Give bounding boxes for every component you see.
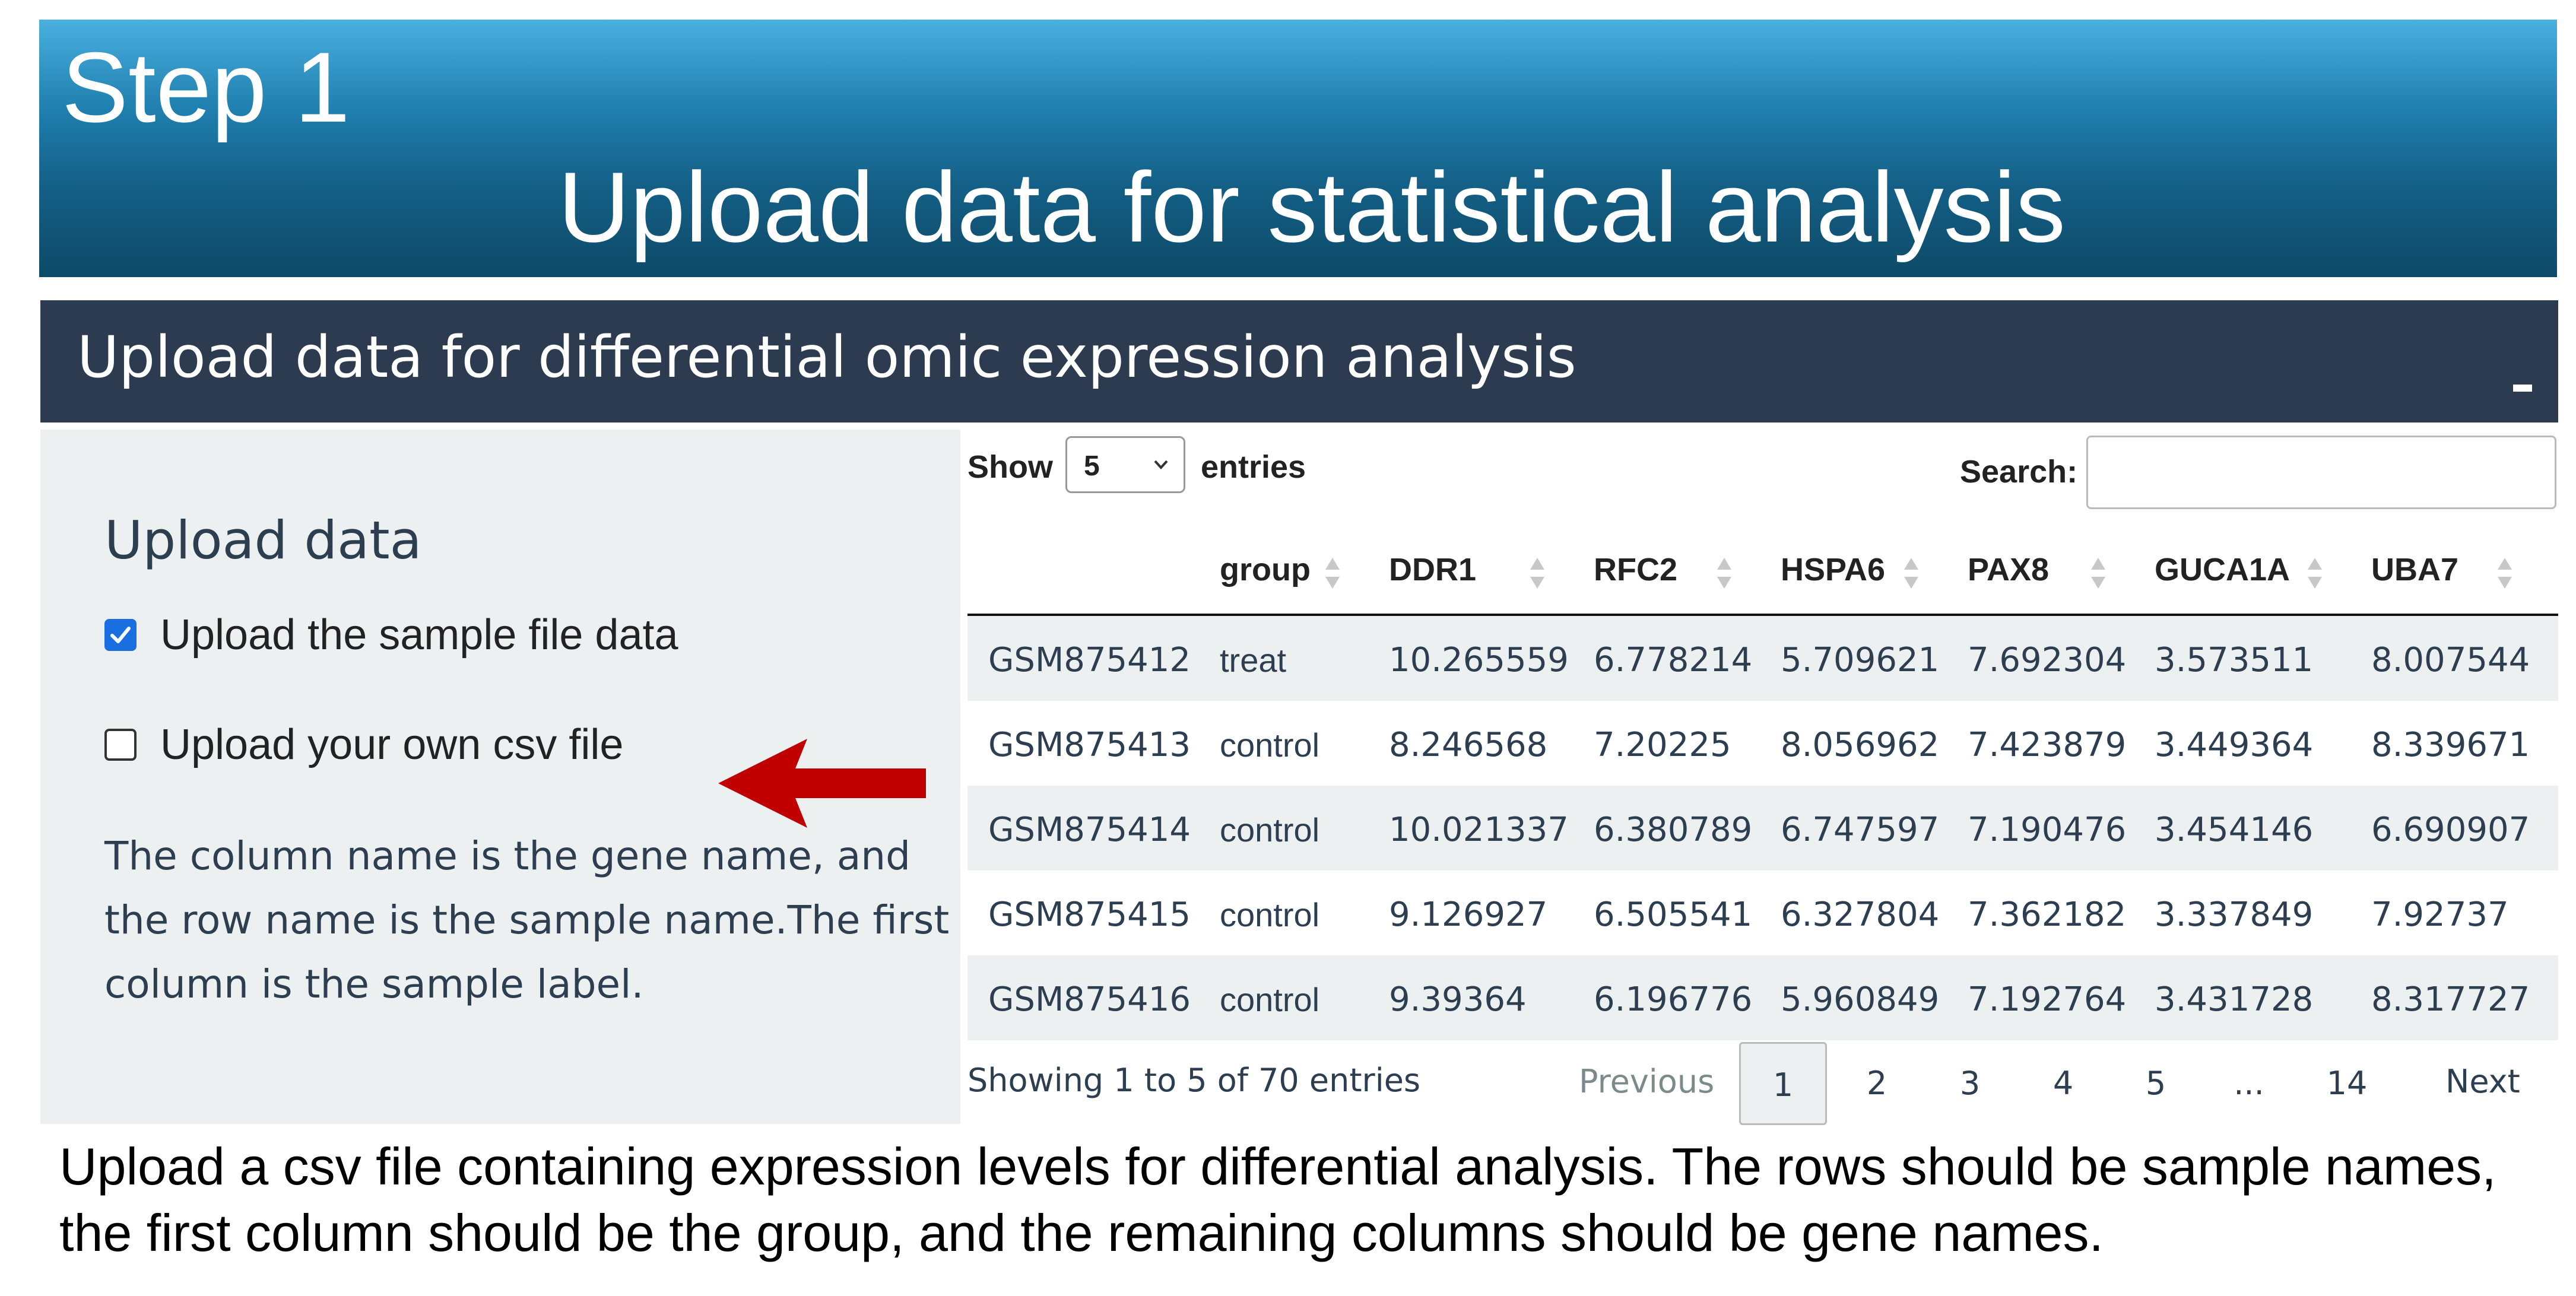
sort-icon[interactable]: [2089, 555, 2107, 591]
value-cell: 8.339671: [2371, 726, 2530, 764]
box-header: Upload data for differential omic expres…: [40, 300, 2558, 423]
sample-data-label: Upload the sample file data: [160, 611, 678, 659]
value-cell: 7.692304: [1968, 641, 2127, 679]
search-input[interactable]: [2086, 436, 2556, 509]
value-cell: 9.39364: [1389, 980, 1527, 1019]
column-header-ddr1[interactable]: DDR1: [1389, 551, 1476, 588]
value-cell: 3.431728: [2155, 980, 2314, 1019]
search-label: Search:: [1960, 454, 2078, 490]
checkmark-icon: [110, 627, 131, 643]
value-cell: 7.362182: [1968, 895, 2127, 934]
table-row: GSM875413 control 8.246568 7.20225 8.056…: [967, 701, 2558, 786]
column-header-hspa6[interactable]: HSPA6: [1781, 551, 1885, 588]
sample-data-checkbox[interactable]: [104, 619, 137, 651]
sort-icon[interactable]: [1902, 555, 1920, 591]
value-cell: 9.126927: [1389, 895, 1548, 934]
group-cell: control: [1220, 981, 1320, 1018]
value-cell: 7.192764: [1968, 980, 2127, 1019]
collapse-button[interactable]: [2511, 370, 2534, 394]
sample-data-option[interactable]: Upload the sample file data: [104, 611, 678, 659]
group-cell: treat: [1220, 641, 1287, 679]
value-cell: 5.960849: [1781, 980, 1940, 1019]
value-cell: 8.007544: [2371, 641, 2530, 679]
own-csv-label: Upload your own csv file: [160, 721, 624, 768]
length-show-label: Show: [967, 449, 1053, 485]
group-cell: control: [1220, 896, 1320, 933]
entries-select-value: 5: [1084, 450, 1100, 482]
value-cell: 6.505541: [1594, 895, 1753, 934]
sort-icon[interactable]: [2496, 555, 2514, 591]
page-ellipsis: ...: [2234, 1065, 2264, 1102]
sample-cell: GSM875415: [988, 895, 1191, 934]
value-cell: 8.056962: [1781, 726, 1940, 764]
value-cell: 10.021337: [1389, 811, 1569, 849]
figure-caption: Upload a csv file containing expression …: [59, 1137, 2496, 1262]
page-button-14[interactable]: 14: [2303, 1042, 2391, 1125]
group-cell: control: [1220, 811, 1320, 849]
minus-icon: [2513, 385, 2532, 392]
value-cell: 10.265559: [1389, 641, 1569, 679]
column-header-group[interactable]: group: [1220, 551, 1311, 588]
page-button-5[interactable]: 5: [2112, 1042, 2200, 1125]
value-cell: 6.380789: [1594, 811, 1753, 849]
value-cell: 7.190476: [1968, 811, 2127, 849]
sample-cell: GSM875412: [988, 641, 1191, 679]
sample-cell: GSM875416: [988, 980, 1191, 1019]
value-cell: 3.337849: [2155, 895, 2314, 934]
value-cell: 6.778214: [1594, 641, 1753, 679]
own-csv-option[interactable]: Upload your own csv file: [104, 720, 623, 769]
table-row: GSM875416 control 9.39364 6.196776 5.960…: [967, 955, 2558, 1040]
value-cell: 7.92737: [2371, 895, 2509, 934]
step-banner: Step 1 Upload data for statistical analy…: [39, 20, 2557, 277]
sort-icon[interactable]: [2306, 555, 2324, 591]
sample-cell: GSM875414: [988, 811, 1191, 849]
table-row: GSM875414 control 10.021337 6.380789 6.7…: [967, 786, 2558, 871]
value-cell: 6.747597: [1781, 811, 1940, 849]
data-table-panel: Show 5 entries Search: group DDR1 RFC2 H…: [967, 430, 2558, 1125]
length-entries-label: entries: [1201, 449, 1306, 485]
red-arrow-icon: [718, 739, 926, 828]
own-csv-checkbox[interactable]: [104, 729, 137, 761]
value-cell: 6.327804: [1781, 895, 1940, 934]
value-cell: 6.690907: [2371, 811, 2530, 849]
box-title: Upload data for differential omic expres…: [77, 324, 1576, 390]
value-cell: 5.709621: [1781, 641, 1940, 679]
value-cell: 7.20225: [1594, 726, 1731, 764]
page-button-2[interactable]: 2: [1833, 1042, 1921, 1125]
sort-icon[interactable]: [1528, 555, 1546, 591]
entries-select[interactable]: 5: [1065, 436, 1185, 493]
column-header-rfc2[interactable]: RFC2: [1594, 551, 1677, 588]
group-cell: control: [1220, 726, 1320, 764]
page-button-1[interactable]: 1: [1739, 1042, 1827, 1125]
table-header-row: group DDR1 RFC2 HSPA6 PAX8 GUCA1A UBA7: [967, 519, 2558, 616]
column-header-uba7[interactable]: UBA7: [2371, 551, 2458, 588]
value-cell: 6.196776: [1594, 980, 1753, 1019]
page-button-4[interactable]: 4: [2019, 1042, 2107, 1125]
value-cell: 3.573511: [2155, 641, 2314, 679]
step-label: Step 1: [62, 31, 350, 143]
sort-icon[interactable]: [1324, 555, 1341, 591]
expression-table: group DDR1 RFC2 HSPA6 PAX8 GUCA1A UBA7 G…: [967, 519, 2558, 1040]
value-cell: 7.423879: [1968, 726, 2127, 764]
value-cell: 3.454146: [2155, 811, 2314, 849]
help-text: The column name is the gene name, and th…: [104, 833, 950, 1007]
value-cell: 3.449364: [2155, 726, 2314, 764]
banner-title: Upload data for statistical analysis: [558, 151, 2066, 263]
page-button-3[interactable]: 3: [1926, 1042, 2014, 1125]
chevron-down-icon: [1154, 460, 1168, 469]
sample-cell: GSM875413: [988, 726, 1191, 764]
column-header-guca1a[interactable]: GUCA1A: [2155, 551, 2290, 588]
column-header-pax8[interactable]: PAX8: [1968, 551, 2049, 588]
table-row: GSM875412 treat 10.265559 6.778214 5.709…: [967, 616, 2558, 701]
sort-icon[interactable]: [1715, 555, 1733, 591]
value-cell: 8.246568: [1389, 726, 1548, 764]
table-row: GSM875415 control 9.126927 6.505541 6.32…: [967, 871, 2558, 955]
sidebar-title: Upload data: [104, 510, 422, 571]
table-info: Showing 1 to 5 of 70 entries: [967, 1062, 1421, 1099]
value-cell: 8.317727: [2371, 980, 2530, 1019]
